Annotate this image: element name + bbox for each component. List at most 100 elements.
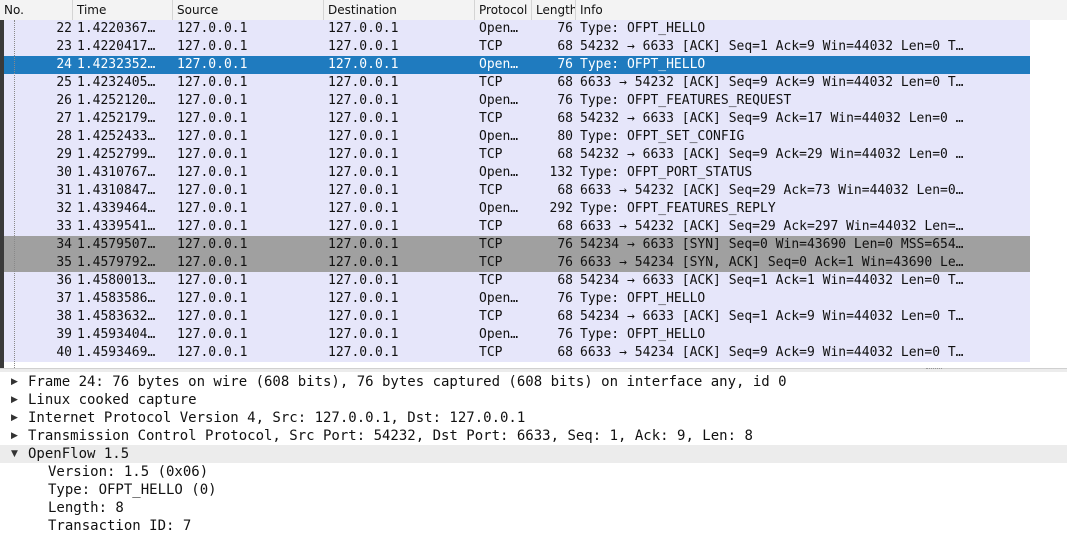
packet-row[interactable]: 27 1.4252179… 127.0.0.1 127.0.0.1 TCP 68 54232… [0,110,1030,128]
packet-row[interactable]: 32 1.4339464… 127.0.0.1 127.0.0.1 Open… 292 Ty… [0,200,1030,218]
packet-protocol: Open… [479,93,519,108]
packet-row[interactable]: 37 1.4583586… 127.0.0.1 127.0.0.1 Open… 76 Typ… [0,290,1030,308]
packet-row[interactable]: 40 1.4593469… 127.0.0.1 127.0.0.1 TCP 68 6633 … [0,344,1030,362]
detail-tree-item[interactable]: Transaction ID: 7 [0,517,1067,535]
packet-info: 54232 → 6633 [ACK] Seq=9 Ack=17 Win=4403… [580,111,964,126]
detail-tree-item[interactable]: ▶ Transmission Control Protocol, Src Port… [0,427,1067,445]
packet-info: 6633 → 54234 [ACK] Seq=9 Ack=9 Win=44032… [580,345,964,360]
expand-arrow-right-icon[interactable]: ▶ [11,373,21,391]
packet-destination: 127.0.0.1 [328,273,399,288]
packet-row[interactable]: 26 1.4252120… 127.0.0.1 127.0.0.1 Open… 76 Typ… [0,92,1030,110]
packet-list[interactable]: No. Time Source Destination Protocol Len… [0,0,1067,368]
packet-row[interactable]: 31 1.4310847… 127.0.0.1 127.0.0.1 TCP 68 6633 … [0,182,1030,200]
packet-time: 1.4580013… [77,273,156,288]
packet-length: 68 [557,183,573,198]
packet-source: 127.0.0.1 [177,345,248,360]
packet-row[interactable]: 33 1.4339541… 127.0.0.1 127.0.0.1 TCP 68 6633 … [0,218,1030,236]
packet-length: 68 [557,273,573,288]
packet-no: 22 [56,21,72,36]
packet-time: 1.4310767… [77,165,156,180]
packet-row[interactable]: 30 1.4310767… 127.0.0.1 127.0.0.1 Open… 132 Ty… [0,164,1030,182]
packet-length: 132 [549,165,573,180]
packet-info: Type: OFPT_HELLO [580,327,706,342]
detail-tree-item[interactable]: Version: 1.5 (0x06) [0,463,1067,481]
packet-destination: 127.0.0.1 [328,201,399,216]
packet-length: 68 [557,39,573,54]
packet-no: 38 [56,309,72,324]
packet-list-header: No. Time Source Destination Protocol Len… [0,0,1067,21]
packet-row-selected[interactable]: 24 1.4232352… 127.0.0.1 127.0.0.1 Open… 76 Typ… [0,56,1030,74]
packet-row[interactable]: 38 1.4583632… 127.0.0.1 127.0.0.1 TCP 68 54234… [0,308,1030,326]
packet-rows: 22 1.4220367… 127.0.0.1 127.0.0.1 Open… 76 Typ… [0,20,1067,362]
expand-arrow-down-icon[interactable]: ▼ [11,445,21,463]
packet-row[interactable]: 36 1.4580013… 127.0.0.1 127.0.0.1 TCP 68 54234… [0,272,1030,290]
detail-tree-item[interactable]: ▶ Internet Protocol Version 4, Src: 127.0… [0,409,1067,427]
packet-no: 29 [56,147,72,162]
packet-time: 1.4252433… [77,129,156,144]
packet-length: 76 [557,21,573,36]
packet-length: 292 [549,201,573,216]
packet-length: 76 [557,291,573,306]
packet-no: 37 [56,291,72,306]
packet-no: 32 [56,201,72,216]
packet-destination: 127.0.0.1 [328,75,399,90]
packet-time: 1.4339464… [77,201,156,216]
column-header-time[interactable]: Time [73,0,173,20]
expand-arrow-right-icon[interactable]: ▶ [11,391,21,409]
packet-source: 127.0.0.1 [177,183,248,198]
packet-info: Type: OFPT_FEATURES_REQUEST [580,93,792,108]
packet-no: 36 [56,273,72,288]
packet-no: 23 [56,39,72,54]
packet-time: 1.4583632… [77,309,156,324]
packet-source: 127.0.0.1 [177,21,248,36]
column-header-protocol[interactable]: Protocol [475,0,532,20]
detail-tree-item[interactable]: Length: 8 [0,499,1067,517]
expand-arrow-right-icon[interactable]: ▶ [11,427,21,445]
packet-protocol: TCP [479,309,503,324]
packet-row[interactable]: 25 1.4232405… 127.0.0.1 127.0.0.1 TCP 68 6633 … [0,74,1030,92]
packet-length: 76 [557,327,573,342]
packet-row[interactable]: 39 1.4593404… 127.0.0.1 127.0.0.1 Open… 76 Typ… [0,326,1030,344]
detail-tree-item[interactable]: ▶ Frame 24: 76 bytes on wire (608 bits), … [0,373,1067,391]
packet-no: 26 [56,93,72,108]
packet-destination: 127.0.0.1 [328,93,399,108]
packet-no: 35 [56,255,72,270]
detail-tree-label: Frame 24: 76 bytes on wire (608 bits), 7… [28,374,787,390]
packet-length: 76 [557,255,573,270]
column-header-source[interactable]: Source [173,0,324,20]
detail-tree-label: Version: 1.5 (0x06) [48,464,209,480]
packet-row[interactable]: 35 1.4579792… 127.0.0.1 127.0.0.1 TCP 76 6633 … [0,254,1030,272]
packet-time: 1.4252179… [77,111,156,126]
packet-info: 54232 → 6633 [ACK] Seq=1 Ack=9 Win=44032… [580,39,964,54]
packet-row[interactable]: 34 1.4579507… 127.0.0.1 127.0.0.1 TCP 76 54234… [0,236,1030,254]
packet-no: 31 [56,183,72,198]
detail-tree-label: Internet Protocol Version 4, Src: 127.0.… [28,410,526,426]
packet-length: 68 [557,147,573,162]
detail-tree-item[interactable]: ▼ OpenFlow 1.5 [0,445,1067,463]
packet-row[interactable]: 22 1.4220367… 127.0.0.1 127.0.0.1 Open… 76 Typ… [0,20,1030,38]
packet-source: 127.0.0.1 [177,219,248,234]
packet-row[interactable]: 29 1.4252799… 127.0.0.1 127.0.0.1 TCP 68 54232… [0,146,1030,164]
packet-length: 76 [557,237,573,252]
detail-tree-item[interactable]: ▶ Linux cooked capture [0,391,1067,409]
packet-protocol: TCP [479,39,503,54]
packet-source: 127.0.0.1 [177,39,248,54]
column-header-no[interactable]: No. [0,0,73,20]
expand-arrow-right-icon[interactable]: ▶ [11,409,21,427]
packet-info: 6633 → 54232 [ACK] Seq=9 Ack=9 Win=44032… [580,75,964,90]
column-header-length[interactable]: Length [532,0,576,20]
packet-details-pane[interactable]: ▶ Frame 24: 76 bytes on wire (608 bits), … [0,372,1067,560]
column-header-info[interactable]: Info [576,0,1067,20]
packet-protocol: TCP [479,111,503,126]
packet-protocol: TCP [479,219,503,234]
packet-source: 127.0.0.1 [177,93,248,108]
detail-tree-label: Linux cooked capture [28,392,197,408]
detail-tree-item[interactable]: Type: OFPT_HELLO (0) [0,481,1067,499]
column-header-destination[interactable]: Destination [324,0,475,20]
packet-row[interactable]: 28 1.4252433… 127.0.0.1 127.0.0.1 Open… 80 Typ… [0,128,1030,146]
detail-tree-label: Length: 8 [48,500,124,516]
packet-row[interactable]: 23 1.4220417… 127.0.0.1 127.0.0.1 TCP 68 54232… [0,38,1030,56]
packet-info: Type: OFPT_SET_CONFIG [580,129,745,144]
packet-source: 127.0.0.1 [177,255,248,270]
packet-no: 27 [56,111,72,126]
